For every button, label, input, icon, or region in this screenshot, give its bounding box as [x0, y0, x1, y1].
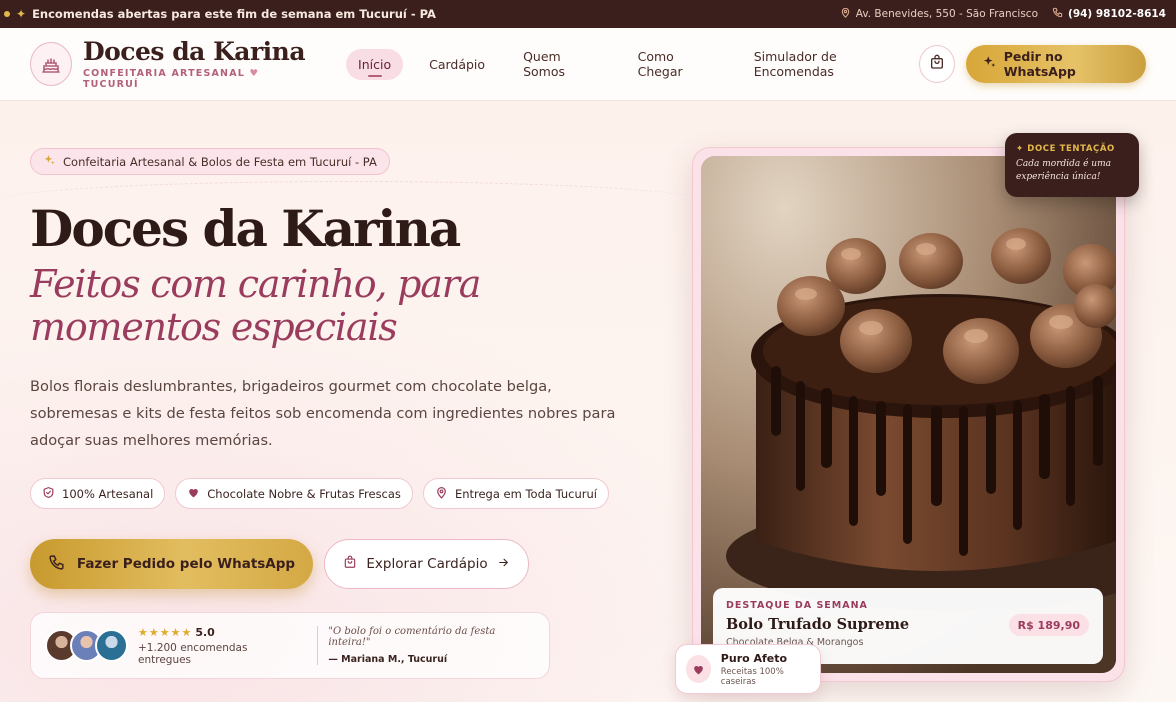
featured-cake-card: DESTAQUE DA SEMANA Bolo Trufado Supreme … [692, 147, 1125, 682]
site-header: Doces da Karina CONFEITARIA ARTESANAL ♥ … [0, 28, 1176, 101]
customer-avatars [45, 629, 128, 662]
brand-tagline-right: TUCURUÍ [82, 79, 139, 90]
hero-subtitle-line1: Feitos com carinho, para [30, 262, 481, 306]
announcement-bar: ✦ Encomendas abertas para este fim de se… [0, 0, 1176, 28]
explore-menu-label: Explorar Cardápio [366, 556, 488, 572]
brand-tagline-left: CONFEITARIA ARTESANAL [82, 68, 246, 79]
whatsapp-order-button[interactable]: Pedir no WhatsApp [965, 45, 1147, 83]
badge-text: Cada mordida é uma experiência única! [1016, 159, 1112, 182]
doce-tentacao-badge: ✦ DOCE TENTAÇÃO Cada mordida é uma exper… [1005, 133, 1139, 197]
hero-subtitle-line2: momentos especiais [30, 305, 398, 349]
badge-kicker-text: DOCE TENTAÇÃO [1027, 144, 1115, 154]
avatar [95, 629, 128, 662]
highlight-kicker: DESTAQUE DA SEMANA [726, 600, 868, 611]
cake-icon [30, 42, 72, 86]
testimonial-quote: "O bolo foi o comentário da festa inteir… [328, 626, 496, 648]
explore-menu-button[interactable]: Explorar Cardápio [324, 539, 529, 589]
status-dot [4, 11, 10, 17]
arrow-right-icon [497, 556, 510, 573]
chip-entrega: Entrega em Toda Tucuruí [422, 478, 609, 509]
orders-count: +1.200 encomendas entregues [138, 641, 248, 666]
phone-text: (94) 98102-8614 [1068, 8, 1166, 20]
phone-icon [1052, 7, 1063, 21]
testimonial-author: — Mariana M., Tucuruí [328, 654, 448, 665]
address-text: Av. Benevides, 550 - São Francisco [855, 8, 1039, 20]
nav-item-simulador[interactable]: Simulador de Encomendas [742, 41, 919, 87]
rating-value: 5.0 [195, 625, 215, 639]
brand-name: Doces da Karina [82, 37, 306, 66]
price-badge: R$ 189,90 [1008, 614, 1089, 636]
sparkle-icon: ✦ [16, 7, 27, 21]
afeto-title: Puro Afeto [720, 651, 788, 665]
chip-label: 100% Artesanal [62, 486, 154, 501]
chip-chocolate: Chocolate Nobre & Frutas Frescas [175, 478, 413, 509]
cart-button[interactable] [918, 45, 955, 83]
shopping-bag-icon [343, 555, 357, 573]
heart-icon: ♥ [249, 68, 260, 79]
whatsapp-cta-button[interactable]: Fazer Pedido pelo WhatsApp [30, 539, 313, 589]
social-proof-card: ★★★★★ 5.0 +1.200 encomendas entregues "O … [30, 612, 550, 679]
star-rating: ★★★★★ 5.0 [138, 625, 215, 639]
heart-icon [686, 655, 711, 683]
hero-tag-text: Confeitaria Artesanal & Bolos de Festa e… [63, 154, 377, 169]
sparkles-icon [43, 154, 56, 170]
map-pin-icon [435, 486, 448, 502]
map-pin-icon [840, 7, 851, 21]
address-link[interactable]: Av. Benevides, 550 - São Francisco [840, 7, 1038, 21]
puro-afeto-badge: Puro Afeto Receitas 100% caseiras [675, 644, 821, 694]
brand-tagline: CONFEITARIA ARTESANAL ♥ TUCURUÍ [83, 68, 308, 90]
announcement-text: Encomendas abertas para este fim de sema… [32, 7, 436, 21]
rating-block: ★★★★★ 5.0 +1.200 encomendas entregues [138, 626, 299, 666]
shopping-bag-icon [929, 54, 945, 74]
phone-link[interactable]: (94) 98102-8614 [1052, 7, 1166, 21]
feature-chips: 100% Artesanal Chocolate Nobre & Frutas … [30, 478, 609, 509]
whatsapp-cta-label: Fazer Pedido pelo WhatsApp [76, 556, 296, 572]
whatsapp-order-label: Pedir no WhatsApp [1003, 49, 1076, 79]
chip-artesanal: 100% Artesanal [30, 478, 166, 509]
heart-icon [187, 486, 200, 502]
badge-kicker: ✦ DOCE TENTAÇÃO [1016, 144, 1128, 154]
announcement: ✦ Encomendas abertas para este fim de se… [4, 7, 436, 21]
afeto-subtitle: Receitas 100% caseiras [720, 666, 784, 687]
nav-item-cardapio[interactable]: Cardápio [417, 49, 497, 80]
hero-title: Doces da Karina [30, 199, 461, 258]
hero-subtitle: Feitos com carinho, para momentos especi… [30, 263, 590, 349]
hero-section: Confeitaria Artesanal & Bolos de Festa e… [0, 101, 1176, 702]
hero-cta-group: Fazer Pedido pelo WhatsApp Explorar Card… [30, 539, 529, 589]
main-nav: Início Cardápio Quem Somos Como Chegar S… [346, 41, 919, 87]
hero-description: Bolos florais deslumbrantes, brigadeiros… [30, 378, 616, 449]
chip-label: Chocolate Nobre & Frutas Frescas [207, 486, 401, 501]
hero-tag: Confeitaria Artesanal & Bolos de Festa e… [30, 148, 390, 175]
nav-item-quem-somos[interactable]: Quem Somos [511, 41, 612, 87]
cake-photo: DESTAQUE DA SEMANA Bolo Trufado Supreme … [701, 156, 1116, 673]
sparkles-icon: ✦ [1016, 144, 1024, 154]
nav-item-inicio[interactable]: Início [346, 48, 404, 80]
shield-check-icon [42, 486, 55, 502]
chip-label: Entrega em Toda Tucuruí [454, 486, 597, 501]
brand-logo[interactable]: Doces da Karina CONFEITARIA ARTESANAL ♥ … [30, 38, 308, 90]
nav-item-como-chegar[interactable]: Como Chegar [626, 41, 728, 87]
phone-icon [48, 554, 65, 575]
testimonial: "O bolo foi o comentário da festa inteir… [317, 626, 535, 665]
sparkles-icon [982, 55, 997, 73]
